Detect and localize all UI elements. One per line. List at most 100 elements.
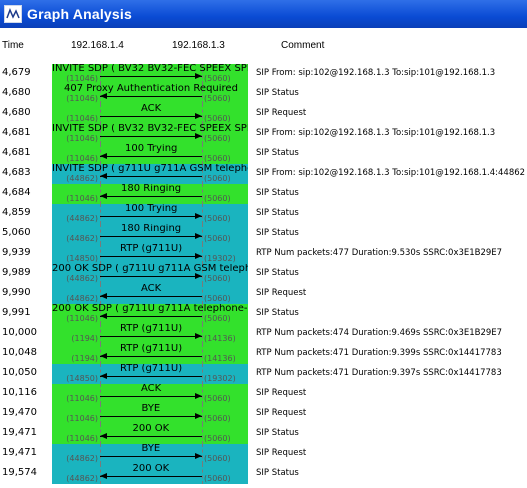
- flow-row[interactable]: 4,859 (44862) (5060) 100 Trying SIP Status: [0, 204, 527, 224]
- flow-row[interactable]: 10,116 (11046) (5060) ACK SIP Request: [0, 384, 527, 404]
- lifeline-b: [202, 224, 203, 244]
- message-label: 200 OK: [132, 424, 170, 434]
- row-flow-area: (11046) (5060) 200 OK: [52, 424, 248, 444]
- port-a-label: (1194): [71, 354, 98, 363]
- row-flow-area: (44862) (5060) 200 OK SDP ( g711U g711A GS…: [52, 264, 248, 284]
- message-label: BYE: [141, 444, 161, 454]
- row-flow-area: (1194) (14136) RTP (g711U): [52, 324, 248, 344]
- row-flow-area: (11046) (5060) INVITE SDP ( BV32 BV32-FEC …: [52, 124, 248, 144]
- flow-row[interactable]: 5,060 (44862) (5060) 180 Ringing SIP Status: [0, 224, 527, 244]
- arrow-left-icon: [100, 193, 107, 199]
- row-flow-area: (44862) (5060) 200 OK: [52, 464, 248, 484]
- port-b-label: (5060): [204, 294, 231, 303]
- lifeline-b: [202, 184, 203, 204]
- message-label: RTP (g711U): [120, 344, 183, 354]
- port-b-label: (5060): [204, 154, 231, 163]
- row-comment: SIP From: sip:102@192.168.1.3 To:sip:101…: [256, 168, 526, 178]
- lifeline-a: [100, 404, 101, 424]
- port-a-label: (11046): [66, 194, 98, 203]
- flow-row[interactable]: 10,050 (14850) (19302) RTP (g711U) RTP Num p…: [0, 364, 527, 384]
- flow-row[interactable]: 9,991 (11046) (5060) 200 OK SDP ( g711U g71…: [0, 304, 527, 324]
- row-time: 4,679: [2, 67, 31, 78]
- flow-row[interactable]: 9,990 (44862) (5060) ACK SIP Request: [0, 284, 527, 304]
- port-a-label: (14850): [66, 254, 98, 263]
- flow-row[interactable]: 19,471 (11046) (5060) 200 OK SIP Status: [0, 424, 527, 444]
- row-time: 4,684: [2, 187, 31, 198]
- row-flow-area: (11046) (5060) 100 Trying: [52, 144, 248, 164]
- lifeline-b: [202, 244, 203, 264]
- lifeline-b: [202, 424, 203, 444]
- flow-row[interactable]: 4,683 (44862) (5060) INVITE SDP ( g711U g71…: [0, 164, 527, 184]
- port-b-label: (5060): [204, 214, 231, 223]
- header-time: Time: [2, 40, 24, 51]
- flow-row[interactable]: 4,684 (11046) (5060) 180 Ringing SIP Status: [0, 184, 527, 204]
- row-comment: SIP Status: [256, 188, 299, 198]
- arrow-right-icon: [195, 113, 202, 119]
- message-label: 100 Trying: [125, 144, 178, 154]
- message-arrow-line: [100, 96, 202, 97]
- port-a-label: (44862): [66, 234, 98, 243]
- port-a-label: (44862): [66, 474, 98, 483]
- row-flow-area: (11046) (5060) INVITE SDP ( BV32 BV32-FEC …: [52, 64, 248, 84]
- message-arrow-line: [100, 276, 202, 277]
- flow-row[interactable]: 4,681 (11046) (5060) 100 Trying SIP Status: [0, 144, 527, 164]
- flow-row[interactable]: 10,000 (1194) (14136) RTP (g711U) RTP Num pa…: [0, 324, 527, 344]
- row-flow-area: (11046) (5060) BYE: [52, 404, 248, 424]
- row-flow-area: (44862) (5060) BYE: [52, 444, 248, 464]
- arrow-right-icon: [195, 453, 202, 459]
- column-header: Time 192.168.1.4 192.168.1.3 Comment: [0, 28, 527, 64]
- row-comment: RTP Num packets:471 Duration:9.397s SSRC…: [256, 368, 502, 378]
- port-b-label: (5060): [204, 94, 231, 103]
- lifeline-a: [100, 104, 101, 124]
- port-a-label: (11046): [66, 74, 98, 83]
- lifeline-a: [100, 204, 101, 224]
- port-a-label: (11046): [66, 134, 98, 143]
- flow-row[interactable]: 4,680 (11046) (5060) ACK SIP Request: [0, 104, 527, 124]
- flow-row[interactable]: 19,470 (11046) (5060) BYE SIP Request: [0, 404, 527, 424]
- row-comment: SIP Request: [256, 288, 307, 298]
- header-comment: Comment: [281, 40, 325, 51]
- flow-row[interactable]: 19,574 (44862) (5060) 200 OK SIP Status: [0, 464, 527, 484]
- flow-row[interactable]: 4,680 (11046) (5060) 407 Proxy Authenticati…: [0, 84, 527, 104]
- row-flow-area: (44862) (5060) 100 Trying: [52, 204, 248, 224]
- flow-row[interactable]: 4,679 (11046) (5060) INVITE SDP ( BV32 BV32…: [0, 64, 527, 84]
- port-b-label: (5060): [204, 274, 231, 283]
- row-flow-area: (11046) (5060) 180 Ringing: [52, 184, 248, 204]
- port-a-label: (44862): [66, 274, 98, 283]
- port-b-label: (5060): [204, 194, 231, 203]
- arrow-right-icon: [195, 393, 202, 399]
- flow-row[interactable]: 4,681 (11046) (5060) INVITE SDP ( BV32 BV32…: [0, 124, 527, 144]
- flow-graph[interactable]: 4,679 (11046) (5060) INVITE SDP ( BV32 BV32…: [0, 64, 527, 488]
- lifeline-b: [202, 324, 203, 344]
- message-label: 200 OK SDP ( g711U g711A GSM telephon: [52, 264, 248, 274]
- row-time: 4,680: [2, 87, 31, 98]
- row-time: 5,060: [2, 227, 31, 238]
- message-label: ACK: [141, 384, 162, 394]
- row-time: 19,470: [2, 407, 37, 418]
- port-a-label: (11046): [66, 154, 98, 163]
- flow-row[interactable]: 19,471 (44862) (5060) BYE SIP Request: [0, 444, 527, 464]
- message-arrow-line: [100, 316, 202, 317]
- port-a-label: (44862): [66, 294, 98, 303]
- row-comment: SIP Request: [256, 448, 307, 458]
- lifeline-b: [202, 464, 203, 484]
- row-flow-area: (11046) (5060) 200 OK SDP ( g711U g711A te…: [52, 304, 248, 324]
- arrow-right-icon: [195, 413, 202, 419]
- port-b-label: (19302): [204, 254, 236, 263]
- arrow-left-icon: [100, 373, 107, 379]
- message-label: INVITE SDP ( g711U g711A GSM telephon: [52, 164, 248, 174]
- lifeline-b: [202, 444, 203, 464]
- row-time: 19,471: [2, 447, 37, 458]
- arrow-right-icon: [195, 253, 202, 259]
- lifeline-b: [202, 384, 203, 404]
- flow-row[interactable]: 9,989 (44862) (5060) 200 OK SDP ( g711U g71…: [0, 264, 527, 284]
- row-comment: SIP Request: [256, 408, 307, 418]
- message-label: 407 Proxy Authentication Required: [64, 84, 238, 94]
- message-arrow-line: [100, 436, 202, 437]
- row-time: 19,574: [2, 467, 37, 478]
- port-b-label: (5060): [204, 134, 231, 143]
- flow-row[interactable]: 9,939 (14850) (19302) RTP (g711U) RTP Num pa…: [0, 244, 527, 264]
- row-flow-area: (44862) (5060) 180 Ringing: [52, 224, 248, 244]
- flow-row[interactable]: 10,048 (1194) (14136) RTP (g711U) RTP Num pa…: [0, 344, 527, 364]
- row-time: 10,048: [2, 347, 37, 358]
